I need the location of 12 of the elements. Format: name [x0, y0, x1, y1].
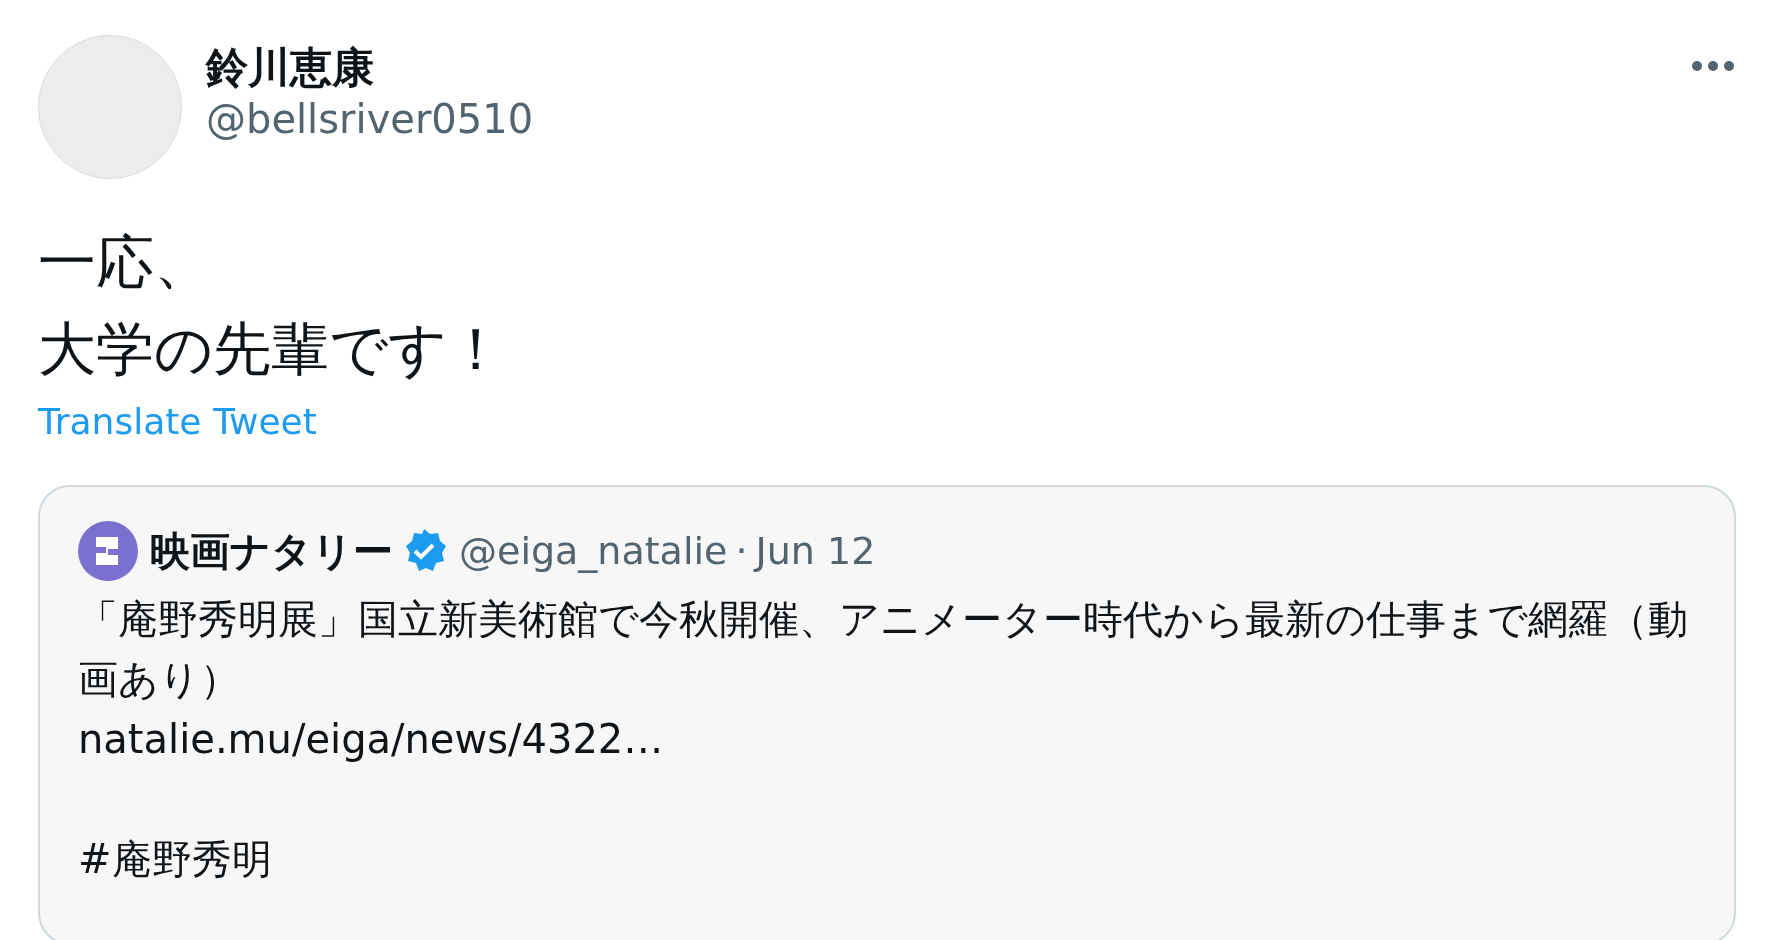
author-handle[interactable]: @bellsriver0510	[206, 93, 1690, 146]
quoted-author-handle[interactable]: @eiga_natalie	[459, 522, 728, 580]
more-icon[interactable]	[1690, 59, 1736, 73]
quoted-tweet-line: natalie.mu/eiga/news/4322…	[78, 715, 665, 764]
quoted-tweet-card[interactable]: 映画ナタリー @eiga_natalie · Jun 12 「庵野秀明展」国立新美術館で今秋開催、アニメーター時代から最新の仕事まで網羅（動画あり） natalie.mu/eiga/news/4322… #庵野秀明	[38, 485, 1736, 940]
separator-dot: ·	[735, 527, 748, 575]
logo-icon	[78, 521, 138, 581]
quoted-author-name[interactable]: 映画ナタリー	[150, 521, 393, 581]
tweet-text: 一応、 大学の先輩です！	[38, 227, 506, 385]
author-name[interactable]: 鈴川恵康	[206, 43, 1690, 94]
quoted-tweet-line: #庵野秀明	[78, 835, 273, 884]
quoted-tweet-date[interactable]: Jun 12	[755, 522, 876, 580]
